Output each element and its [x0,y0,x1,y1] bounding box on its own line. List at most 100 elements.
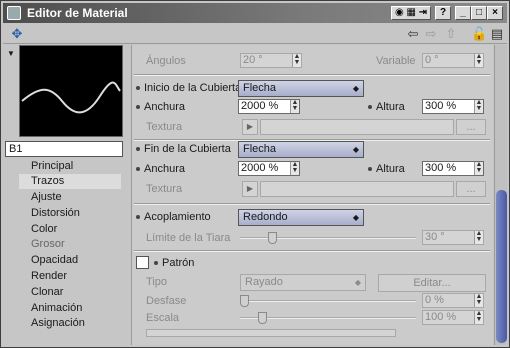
back-arrow-icon[interactable]: ⇦ [405,26,421,42]
clipped-field [146,329,396,337]
spinner-icon[interactable]: ▲ ▼ [474,310,483,324]
animate-dot-icon[interactable] [136,86,140,91]
material-name-input[interactable]: B1 [5,141,123,157]
scrollbar-thumb[interactable] [496,190,507,343]
texture-play-icon[interactable]: ▶ [242,119,258,135]
collapse-arrow-icon[interactable]: ▼ [7,49,15,58]
left-panel: ▼ B1 Principal Trazos Ajuste Distorsión … [3,45,127,345]
nav-opacidad[interactable]: Opacidad [19,253,121,268]
spinner-icon[interactable]: ▲ ▼ [474,161,483,175]
start-texture-field[interactable] [260,119,454,135]
pattern-type-dropdown[interactable]: Rayado ◆ [240,274,366,291]
up-arrow-icon[interactable]: ⇧ [443,26,459,42]
edit-pattern-button[interactable]: Editar... [378,274,486,292]
angulos-label: Ángulos [146,55,186,67]
pattern-type-label: Tipo [146,276,167,288]
pattern-row: Patrón [132,255,493,273]
end-cap-value: Flecha [243,143,277,155]
end-texture-field[interactable] [260,181,454,197]
end-height-label: Altura [368,161,405,177]
end-width-value: 2000 % [241,162,279,174]
tiara-input[interactable]: 30 ° ▲ ▼ [422,230,484,245]
nav-ajuste[interactable]: Ajuste [19,190,121,205]
dropdown-arrow-icon: ◆ [352,84,359,93]
vertical-scrollbar[interactable] [494,45,507,345]
start-width-row: Anchura 2000 % ▲ ▼ Altura 300 % ▲ ▼ [132,99,493,117]
angulos-value: 20 ° [243,54,263,66]
desfase-value: 0 % [425,294,444,306]
view-options-button[interactable]: ◉ ▦ ⇥ [391,6,431,20]
start-width-input[interactable]: 2000 % ▲ ▼ [238,99,300,114]
spinner-icon[interactable]: ▲ ▼ [474,230,483,244]
close-button[interactable]: × [487,6,503,20]
start-texture-row: Textura ▶ ... [132,119,493,137]
edit-icon[interactable]: ✥ [9,26,25,42]
pattern-label: Patrón [154,255,194,271]
spinner-icon[interactable]: ▲ ▼ [292,53,301,67]
minimize-button[interactable]: _ [455,6,471,20]
spinner-icon[interactable]: ▲ ▼ [290,99,299,113]
tiara-value: 30 ° [425,231,445,243]
nav-distorsion[interactable]: Distorsión [19,206,121,221]
end-texture-row: Textura ▶ ... [132,181,493,199]
nav-asignacion[interactable]: Asignación [19,316,121,331]
animate-dot-icon[interactable] [154,261,158,266]
help-button[interactable]: ? [435,6,451,20]
spinner-icon[interactable]: ▲ ▼ [474,99,483,113]
slider-thumb[interactable] [268,232,277,244]
animate-dot-icon[interactable] [136,167,140,172]
spinner-icon[interactable]: ▲ ▼ [474,293,483,307]
animate-dot-icon[interactable] [136,105,140,110]
end-width-row: Anchura 2000 % ▲ ▼ Altura 300 % ▲ ▼ [132,161,493,179]
tiara-slider[interactable] [240,230,416,246]
end-texture-label: Textura [146,183,183,195]
tiara-label: Límite de la Tiara [146,232,231,244]
pattern-type-row: Tipo Rayado ◆ Editar... [132,274,493,292]
start-texture-browse-button[interactable]: ... [456,119,486,135]
animate-dot-icon[interactable] [368,167,372,172]
slider-thumb[interactable] [258,312,267,324]
lock-icon[interactable]: 🔓 [471,26,487,42]
dropdown-arrow-icon: ◆ [354,278,361,287]
texture-play-icon[interactable]: ▶ [242,181,258,197]
end-cap-row: Fin de la Cubierta Flecha ◆ [132,141,493,159]
nav-animacion[interactable]: Animación [19,301,121,316]
escala-input[interactable]: 100 % ▲ ▼ [422,310,484,325]
variable-value: 0 ° [425,54,439,66]
end-width-input[interactable]: 2000 % ▲ ▼ [238,161,300,176]
clipped-bottom-row [132,329,493,345]
forward-arrow-icon[interactable]: ⇨ [423,26,439,42]
animate-dot-icon[interactable] [136,215,140,220]
maximize-button[interactable]: □ [471,6,487,20]
layout-icon[interactable]: ▤ [489,26,505,42]
desfase-slider[interactable] [240,293,416,309]
angulos-input[interactable]: 20 ° ▲ ▼ [240,53,302,68]
slider-thumb[interactable] [240,295,249,307]
variable-input[interactable]: 0 ° ▲ ▼ [422,53,484,68]
nav-grosor[interactable]: Grosor [19,237,121,252]
end-texture-browse-button[interactable]: ... [456,181,486,197]
nav-principal[interactable]: Principal [19,159,121,174]
nav-color[interactable]: Color [19,222,121,237]
animate-dot-icon[interactable] [136,147,140,152]
divider [134,250,490,252]
escala-slider[interactable] [240,310,416,326]
start-cap-label: Inicio de la Cubierta [136,80,241,96]
nav-trazos[interactable]: Trazos [19,174,121,189]
material-editor-window: Editor de Material ◉ ▦ ⇥ ? _ □ × ✥ ⇦ ⇨ ⇧… [0,0,510,348]
spinner-icon[interactable]: ▲ ▼ [290,161,299,175]
spinner-icon[interactable]: ▲ ▼ [474,53,483,67]
tiara-row: Límite de la Tiara 30 ° ▲ ▼ [132,230,493,248]
end-cap-dropdown[interactable]: Flecha ◆ [238,141,364,158]
end-height-input[interactable]: 300 % ▲ ▼ [422,161,484,176]
start-height-input[interactable]: 300 % ▲ ▼ [422,99,484,114]
animate-dot-icon[interactable] [368,105,372,110]
pattern-checkbox[interactable] [136,256,149,269]
joins-row: Acoplamiento Redondo ◆ [132,209,493,227]
desfase-input[interactable]: 0 % ▲ ▼ [422,293,484,308]
nav-clonar[interactable]: Clonar [19,285,121,300]
nav-render[interactable]: Render [19,269,121,284]
joins-dropdown[interactable]: Redondo ◆ [238,209,364,226]
start-cap-dropdown[interactable]: Flecha ◆ [238,80,364,97]
escala-row: Escala 100 % ▲ ▼ [132,310,493,328]
